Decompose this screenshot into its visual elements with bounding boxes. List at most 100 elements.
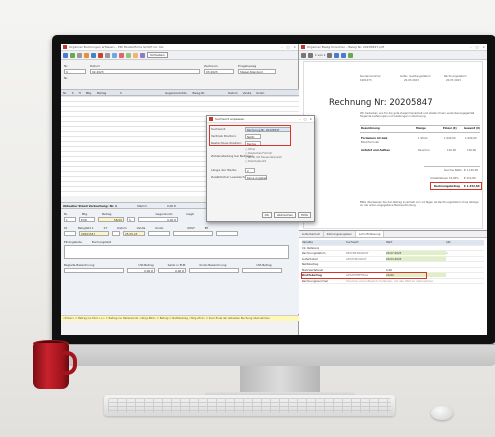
keyboard-keys — [108, 398, 391, 413]
kto-label-ep: EP — [204, 226, 209, 230]
folder-icon[interactable] — [133, 52, 138, 58]
flag-icon[interactable] — [119, 52, 124, 58]
laenge-input[interactable]: 2 — [245, 167, 255, 173]
preview-window: Orgamax Beleg-Vorschau – Beleg Nr. 20205… — [299, 44, 487, 335]
ust-field[interactable]: 0,00 € — [127, 268, 155, 273]
entry-gegk-field[interactable]: 0,00 € — [138, 217, 178, 222]
kto-belegfeld-field[interactable]: 20201547 — [79, 231, 109, 236]
entry-header-gegenkonto: Gegenkonto — [155, 212, 173, 216]
settings-icon[interactable] — [140, 52, 145, 58]
item-1-gesamt: 1.000,00 — [465, 137, 477, 140]
preview-maximize-icon[interactable]: □ — [476, 45, 479, 49]
tab-lohn-erfassung[interactable]: Lohn Erfassung — [355, 231, 385, 237]
ep-label: EP-Angebote — [64, 240, 82, 244]
row-wert: 20.03.2023 — [386, 256, 446, 261]
dialog-cancel-button[interactable]: Abbrechen — [274, 212, 297, 218]
col-beleg: Beleg Nr. — [192, 90, 206, 95]
dialog-icon — [209, 117, 213, 121]
kundennummer-value: 1001473 — [360, 79, 372, 82]
minimize-icon[interactable]: – — [281, 45, 283, 49]
zoom-in-icon[interactable] — [334, 52, 340, 58]
dialog-help-button[interactable]: Hilfe — [298, 212, 311, 218]
delete-icon[interactable] — [98, 52, 103, 58]
tab-lieferbarkeit[interactable]: Lieferbarkeit — [299, 231, 324, 237]
close-icon[interactable]: × — [293, 45, 296, 49]
col-konto: Konto — [256, 90, 265, 95]
kto-label-konto: Konto — [155, 226, 164, 230]
row-wert: 20.07.2023 — [386, 251, 446, 256]
col-mtg: Mtg. — [85, 90, 92, 95]
screen: Orgamax Buchungen erfassen – PDI Musterf… — [61, 44, 487, 335]
dialog-row-zusatz: Zusätzlicher Leerzeichen: Keine Angaben — [211, 174, 310, 180]
entry-header-mtg: Mtg. — [81, 212, 89, 216]
summe-rule — [424, 166, 480, 167]
kto-kost-field[interactable] — [216, 231, 238, 236]
col-gegenkonto: Gegenkonto — [164, 90, 182, 95]
kto-st-field[interactable] — [112, 231, 120, 236]
check-icon[interactable] — [126, 52, 131, 58]
prev-page-icon[interactable] — [308, 52, 313, 58]
zeitraum-field[interactable]: 03.2023 — [204, 69, 234, 74]
kto-kt-field[interactable] — [64, 231, 76, 236]
dialog-close-icon[interactable]: × — [309, 117, 312, 121]
dialog-minimize-icon[interactable]: – — [299, 117, 301, 121]
dialog-ok-button[interactable]: OK — [261, 212, 272, 218]
next-page-icon[interactable] — [327, 52, 333, 58]
preview-close-icon[interactable]: × — [482, 45, 485, 49]
kto-label-valuta: Valuta — [136, 226, 146, 230]
saldo-field[interactable]: 0,00 € — [158, 268, 186, 273]
col-s2: S — [119, 90, 122, 95]
export-icon[interactable] — [112, 52, 117, 58]
eingabeweg-select[interactable]: Stapel-Standard — [238, 69, 276, 74]
row-var: Rechnungsnummer — [302, 278, 329, 283]
add-icon[interactable] — [70, 52, 75, 58]
selection-hint: Vorschau einen Bereich markieren, um den… — [346, 278, 434, 283]
tab-zahlungsangaben[interactable]: Zahlungsangaben — [324, 231, 356, 237]
preview-minimize-icon[interactable]: – — [470, 45, 472, 49]
konto-bez-field[interactable] — [189, 268, 239, 273]
option-dezimal-label: Dezimalpunkt — [248, 160, 267, 163]
entry-betrag-field[interactable]: 58,00 — [98, 217, 124, 222]
first-page-icon[interactable] — [301, 52, 306, 58]
option-dezimal[interactable]: ○ Dezimalpunkt — [245, 160, 282, 164]
close-button[interactable]: Schließen — [147, 52, 168, 58]
app-icon — [63, 45, 67, 49]
zoom-out-icon[interactable] — [341, 52, 347, 58]
buchungstext-field[interactable] — [64, 245, 289, 259]
col-betrag: Betrag — [96, 90, 107, 95]
variable-row-brutto[interactable]: Bruttobetrag GESAMTBETRAG 20,80 — [301, 272, 484, 279]
rechnungsdatum-value: 20.07.2023 — [446, 79, 461, 82]
fit-icon[interactable] — [348, 52, 354, 58]
datum-field[interactable]: 02.2023 — [90, 69, 200, 74]
kundennummer-label: Kundennummer — [360, 75, 381, 78]
kto-valuta-field[interactable] — [148, 231, 170, 236]
kto-konto-field[interactable] — [173, 231, 213, 236]
summe-netto-label: Summe Netto — [444, 169, 462, 172]
edit-icon[interactable] — [84, 52, 89, 58]
bottom-begleite-label: Begleite Bezeichnung — [64, 263, 95, 267]
item-1-einzel: 1.000,00 — [444, 137, 456, 140]
dialog-maximize-icon[interactable]: □ — [304, 117, 307, 121]
entry-nr-field[interactable]: 1 — [64, 217, 76, 222]
extra-header-nr: Nr. — [64, 76, 69, 80]
invoice-document[interactable]: Kundennummer 1001473 Liefer- /Leistungsd… — [303, 61, 483, 229]
entry-mtg-field[interactable]: EUR — [79, 217, 95, 222]
begleite-field[interactable] — [64, 268, 124, 273]
maximize-icon[interactable]: □ — [287, 45, 290, 49]
nr-label: Nr. — [64, 64, 69, 68]
datum-label: Datum — [90, 64, 101, 68]
print-icon[interactable] — [105, 52, 110, 58]
option-ohne-label: Ohne — [248, 148, 256, 151]
copy-icon[interactable] — [77, 52, 82, 58]
nr-field[interactable]: 0 — [64, 69, 86, 74]
entry-sh-field[interactable]: S — [127, 217, 135, 222]
kto-datum-field[interactable]: 25.05.23 — [123, 231, 145, 236]
bottom-ust2-label: USt-Betrag — [256, 263, 272, 267]
zusatz-select[interactable]: Keine Angaben — [245, 174, 267, 180]
search-icon[interactable] — [91, 52, 96, 58]
new-icon[interactable] — [63, 52, 68, 58]
option-tausender-label: Ohne mit Tausenderpunkt — [248, 156, 282, 159]
variable-row[interactable]: Rechnungsnummer Vorschau einen Bereich m… — [302, 278, 484, 284]
ust2-field[interactable] — [242, 268, 282, 273]
ust-label: Umsatzsteuer 19,00% — [430, 177, 459, 180]
